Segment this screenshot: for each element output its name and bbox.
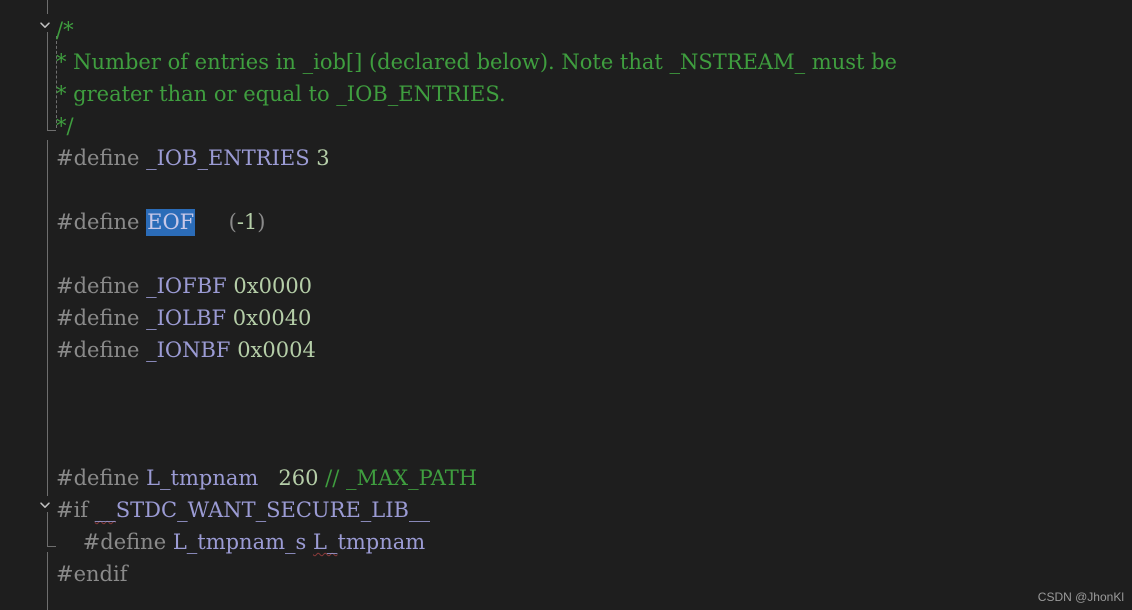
code-token: 260 [278, 466, 319, 490]
code-line[interactable] [56, 366, 63, 398]
code-token: STDC_WANT_SECURE_LIB__ [115, 498, 430, 522]
code-token: #define [56, 530, 173, 554]
code-token: * greater than or equal to _IOB_ENTRIES. [56, 82, 506, 106]
fold-guide-endif [47, 552, 48, 610]
code-line[interactable]: #if __STDC_WANT_SECURE_LIB__ [56, 494, 430, 526]
code-line[interactable] [56, 398, 63, 430]
code-token: 0x0000 [233, 274, 313, 298]
fold-guide-body [47, 140, 48, 496]
fold-foot-comment [47, 130, 56, 131]
code-token: #define [56, 466, 147, 490]
code-token: _IOLBF [146, 306, 227, 330]
code-token: _IOFBF [146, 274, 227, 298]
code-line[interactable] [56, 174, 63, 206]
code-token: #define [56, 146, 147, 170]
code-token: 3 [316, 146, 330, 170]
code-line[interactable]: #define L_tmpnam 260 // _MAX_PATH [56, 462, 477, 494]
csdn-watermark: CSDN @JhonKl [1037, 590, 1124, 604]
code-line[interactable]: /* [56, 14, 74, 46]
code-line[interactable]: * Number of entries in _iob[] (declared … [56, 46, 897, 78]
code-line[interactable] [56, 430, 63, 462]
code-line[interactable] [56, 238, 63, 270]
code-content[interactable]: /* * Number of entries in _iob[] (declare… [0, 0, 1132, 610]
fold-guide-if [47, 512, 48, 546]
code-token: #define [56, 210, 147, 234]
fold-guide-comment [47, 32, 48, 130]
code-token: L_tmpnam [146, 466, 259, 490]
code-line[interactable]: #define EOF (-1) [56, 206, 266, 238]
code-token: 0x0040 [232, 306, 312, 330]
code-token: #define [56, 306, 147, 330]
code-token: _IOB_ENTRIES [146, 146, 310, 170]
error-token: __ [94, 498, 116, 522]
code-token: -1 [236, 210, 258, 234]
code-line[interactable]: #endif [56, 558, 127, 590]
fold-foot-if [47, 546, 56, 547]
code-token: // _MAX_PATH [325, 466, 478, 490]
chevron-down-icon[interactable] [38, 498, 52, 512]
code-token: tmpnam [337, 530, 426, 554]
fold-guide-top [47, 0, 48, 14]
error-token: L_ [312, 530, 338, 554]
code-token: ( [228, 210, 237, 234]
code-token: #endif [56, 562, 128, 586]
code-line[interactable]: #define _IOB_ENTRIES 3 [56, 142, 330, 174]
code-token: _IONBF [146, 338, 231, 362]
code-token: #if [56, 498, 95, 522]
code-token: #define [56, 338, 147, 362]
code-token: 0x0004 [237, 338, 316, 362]
code-line[interactable]: #define _IONBF 0x0004 [56, 334, 316, 366]
code-line[interactable]: #define _IOFBF 0x0000 [56, 270, 312, 302]
code-token: L_tmpnam_s [172, 530, 307, 554]
code-line[interactable]: */ [56, 110, 74, 142]
code-line[interactable]: * greater than or equal to _IOB_ENTRIES. [56, 78, 506, 110]
code-token: ) [257, 210, 266, 234]
chevron-down-icon[interactable] [38, 18, 52, 32]
code-token: /* [56, 18, 74, 42]
code-editor[interactable]: /* * Number of entries in _iob[] (declare… [0, 0, 1132, 610]
selected-token[interactable]: EOF [146, 209, 196, 236]
code-token: */ [56, 114, 74, 138]
code-line[interactable]: #define L_tmpnam_s L_tmpnam [56, 526, 426, 558]
editor-fold-gutter[interactable] [0, 0, 56, 610]
code-token: * Number of entries in _iob[] (declared … [56, 50, 897, 74]
code-token: #define [56, 274, 147, 298]
code-line[interactable]: #define _IOLBF 0x0040 [56, 302, 311, 334]
